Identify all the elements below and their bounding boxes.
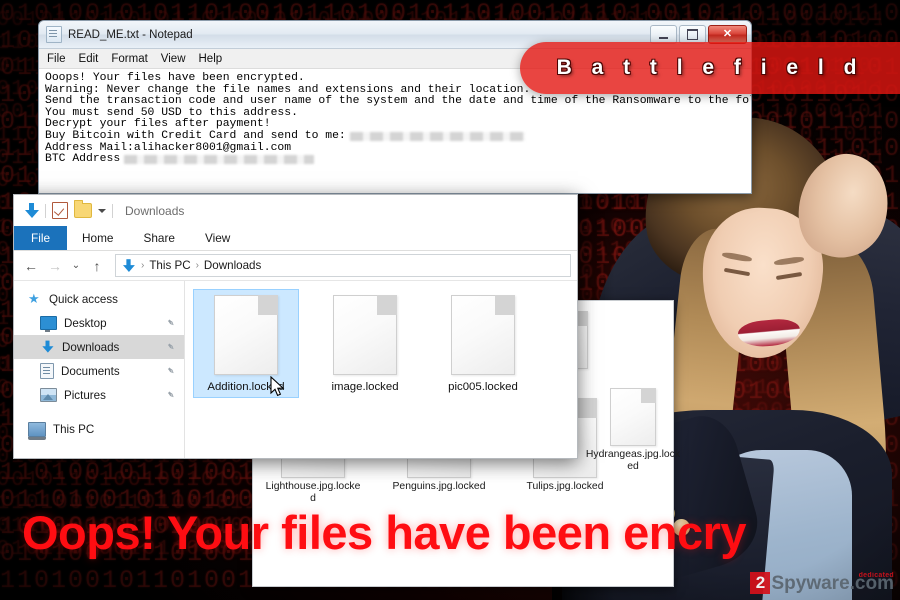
breadcrumb-this-pc[interactable]: This PC: [149, 259, 190, 272]
tab-file[interactable]: File: [14, 226, 68, 250]
sidebar-item-documents[interactable]: Documents ✒: [14, 359, 184, 383]
breadcrumb-separator: ›: [195, 260, 199, 271]
pin-icon[interactable]: ✒: [163, 388, 177, 402]
ribbon-tabs[interactable]: File Home Share View: [14, 226, 577, 251]
locked-file-icon: [451, 295, 515, 375]
menu-item-edit[interactable]: Edit: [79, 53, 99, 65]
notepad-title: READ_ME.txt - Notepad: [68, 28, 193, 41]
checklist-icon[interactable]: [52, 202, 68, 219]
sidebar-item-label: Downloads: [62, 340, 120, 354]
notepad-document-icon: [46, 26, 62, 43]
sidebar-item-pictures[interactable]: Pictures ✒: [14, 383, 184, 407]
breadcrumb-downloads[interactable]: Downloads: [204, 259, 261, 272]
back-button[interactable]: ←: [20, 255, 42, 277]
sidebar-item-downloads[interactable]: Downloads ✒: [14, 335, 184, 359]
redacted-bitcoin-link: [349, 132, 525, 142]
recent-locations-button[interactable]: ⌄: [68, 255, 84, 277]
watermark-mark: 2: [750, 572, 771, 594]
explorer-main: ★ Quick access Desktop ✒ Downloads ✒ Doc…: [14, 281, 577, 458]
file-grid: Addition.locked image.locked pic005.lock…: [193, 289, 577, 398]
maximize-icon: [687, 29, 698, 40]
watermark-logo: 2 Spyware.com dedicated: [750, 572, 894, 594]
watermark-brand: Spyware: [771, 573, 850, 594]
explorer-titlebar[interactable]: Downloads: [14, 195, 577, 226]
downloads-arrow-icon: [41, 340, 54, 354]
this-pc-icon: [28, 421, 46, 440]
sidebar-item-label: Pictures: [64, 388, 106, 402]
navigation-bar[interactable]: ← → ⌄ ↑ › This PC › Downloads: [14, 251, 577, 281]
downloads-arrow-icon: [122, 258, 135, 273]
file-label: Penguins.jpg.locked: [392, 481, 486, 492]
battlefield-banner: B a t t l e f i e l d: [520, 42, 900, 94]
address-bar[interactable]: › This PC › Downloads: [115, 254, 571, 277]
list-item[interactable]: Hydrangeas.jpg.locked: [585, 388, 681, 473]
file-item[interactable]: image.locked: [313, 289, 417, 398]
sidebar-item-label: Quick access: [49, 292, 118, 306]
downloads-arrow-icon: [24, 202, 39, 219]
file-label: image.locked: [331, 381, 399, 393]
minimize-icon: [659, 36, 668, 39]
close-icon: ✕: [722, 28, 733, 40]
ransom-note-line: Address Mail:alihacker8001@gmail.com: [45, 141, 292, 154]
chevron-down-icon[interactable]: [98, 208, 106, 213]
toolbar-divider: [45, 203, 46, 218]
file-item-selected[interactable]: Addition.locked: [193, 289, 299, 398]
file-label: pic005.locked: [448, 381, 518, 393]
quick-access-toolbar[interactable]: [24, 200, 113, 219]
explorer-title: Downloads: [125, 203, 185, 218]
file-item[interactable]: pic005.locked: [431, 289, 535, 398]
ransom-note-line: BTC Address: [45, 154, 751, 166]
pin-icon[interactable]: ✒: [163, 340, 177, 354]
watermark-tagline: dedicated: [858, 572, 894, 579]
file-label: Lighthouse.jpg.locked: [265, 481, 361, 504]
file-label: Hydrangeas.jpg.locked: [585, 449, 681, 472]
star-pin-icon: ★: [28, 291, 40, 306]
forward-button[interactable]: →: [44, 255, 66, 277]
folder-icon[interactable]: [74, 200, 92, 218]
tab-share[interactable]: Share: [128, 226, 189, 250]
menu-item-help[interactable]: Help: [199, 53, 223, 65]
menu-item-file[interactable]: File: [47, 53, 66, 65]
file-explorer-window[interactable]: Downloads File Home Share View ← → ⌄ ↑ ›…: [13, 194, 578, 459]
sidebar-item-this-pc[interactable]: This PC: [14, 417, 184, 441]
desktop-monitor-icon: [40, 316, 57, 332]
screenshot-root: 0101001010110100101101001011010010110100…: [0, 0, 900, 600]
documents-icon: [40, 363, 54, 379]
sidebar-item-label: This PC: [53, 422, 95, 436]
pin-icon[interactable]: ✒: [163, 316, 177, 330]
file-label: Addition.locked: [207, 381, 285, 393]
locked-file-icon: [214, 295, 278, 375]
up-button[interactable]: ↑: [86, 255, 108, 277]
tab-home[interactable]: Home: [67, 226, 128, 250]
pin-icon[interactable]: ✒: [163, 364, 177, 378]
sidebar-item-label: Desktop: [64, 316, 107, 330]
sidebar-item-quick-access[interactable]: ★ Quick access: [14, 287, 184, 311]
watermark-name: Spyware.com dedicated: [771, 572, 894, 594]
locked-file-icon: [333, 295, 397, 375]
navigation-sidebar[interactable]: ★ Quick access Desktop ✒ Downloads ✒ Doc…: [14, 281, 185, 458]
sidebar-item-desktop[interactable]: Desktop ✒: [14, 311, 184, 335]
tab-view[interactable]: View: [190, 226, 245, 250]
menu-item-view[interactable]: View: [161, 53, 186, 65]
pictures-icon: [40, 388, 57, 402]
ransom-note-line: Buy Bitcoin with Credit Card and send to…: [45, 130, 751, 143]
file-label: Tulips.jpg.locked: [526, 481, 604, 492]
sidebar-item-label: Documents: [61, 364, 120, 378]
locked-file-icon: [610, 388, 656, 446]
file-list-pane[interactable]: Addition.locked image.locked pic005.lock…: [185, 281, 577, 458]
menu-item-format[interactable]: Format: [111, 53, 147, 65]
breadcrumb-separator: ›: [141, 260, 145, 271]
ransom-headline: Oops! Your files have been encry: [22, 506, 747, 559]
redacted-btc-address: [124, 155, 315, 165]
banner-title: B a t t l e f i e l d: [556, 56, 864, 79]
toolbar-divider: [112, 203, 113, 218]
